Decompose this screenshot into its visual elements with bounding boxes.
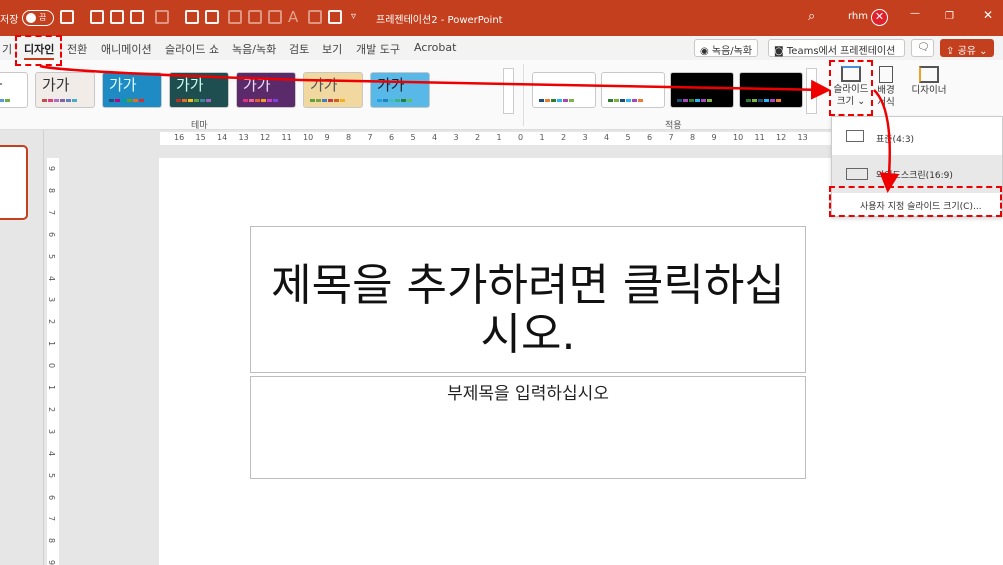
annotation-arrows xyxy=(39,64,900,193)
